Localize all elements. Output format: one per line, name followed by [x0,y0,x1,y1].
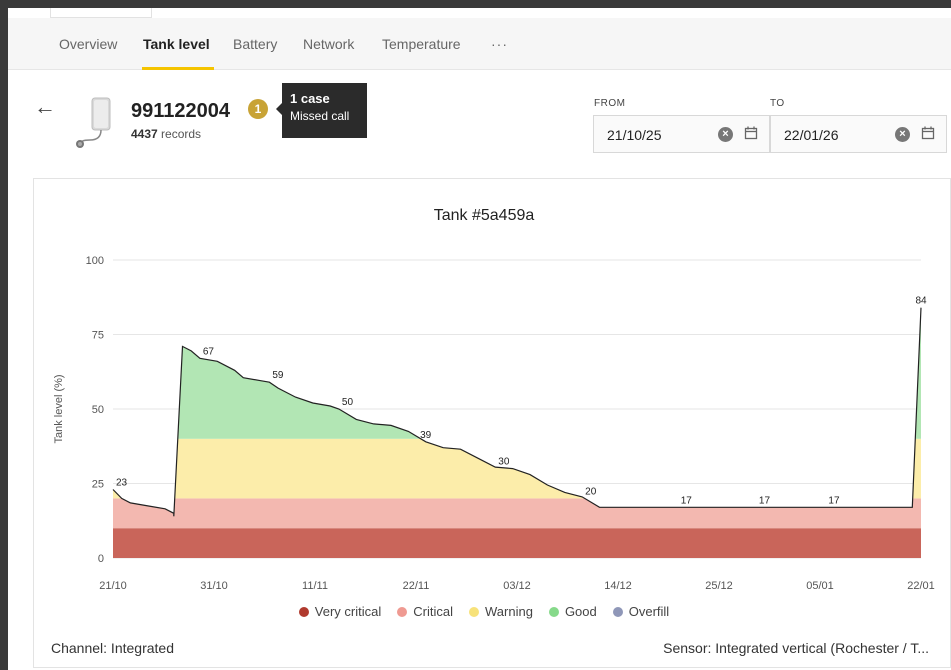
tooltip-title: 1 case [290,91,330,106]
legend-dot [397,607,408,617]
data-label: 39 [420,430,432,441]
x-tick-label: 22/01 [907,580,935,592]
legend-item-critical[interactable]: Critical [397,604,453,619]
device-id-title: 991122004 [131,100,231,122]
zone-band-critical [113,498,921,529]
app-frame: Overview Tank level Battery Network Temp… [8,8,951,670]
calendar-from-icon[interactable] [744,126,758,143]
x-tick-label: 11/11 [302,580,328,592]
data-label: 17 [681,495,693,506]
data-label: 30 [498,457,510,468]
clear-from-icon[interactable]: × [718,127,733,142]
zone-band-good [113,307,921,439]
chart-legend: Very critical Critical Warning Good Overfill [34,604,934,619]
x-tick-label: 22/11 [403,580,430,592]
x-tick-label: 14/12 [604,580,632,592]
records-label: records [161,127,202,141]
legend-item-very-critical[interactable]: Very critical [298,604,382,619]
from-date-value: 21/10/25 [607,127,662,143]
device-icon [76,97,111,148]
legend-dot [469,607,479,617]
tooltip-subtitle: Missed call [290,109,350,123]
to-label: TO [770,98,785,109]
y-tick-label: 50 [92,404,104,416]
legend-dot [548,607,559,617]
case-count-badge[interactable]: 1 [248,99,268,119]
data-label: 50 [342,397,354,408]
data-label: 20 [585,486,597,497]
data-label: 23 [116,477,128,488]
to-date-field[interactable]: 22/01/26 × [770,115,947,153]
tank-level-chart: 0 25 50 75 100 Tank level (%) 23 67 59 50 39 30 20 17… [53,255,935,592]
x-tick-label: 21/10 [99,580,127,592]
to-date-value: 22/01/26 [784,127,839,143]
tab-network[interactable]: Network [303,18,354,70]
data-label: 67 [203,346,215,357]
y-axis-label: Tank level (%) [53,374,65,443]
tab-bar: Overview Tank level Battery Network Temp… [8,18,951,70]
from-date-field[interactable]: 21/10/25 × [593,115,770,153]
active-tab-indicator [142,67,214,70]
x-tick-label: 03/12 [503,580,531,592]
channel-info: Channel: Integrated [51,640,174,656]
legend-label: Good [564,604,597,619]
from-label: FROM [594,98,626,109]
y-tick-label: 100 [86,255,104,267]
zone-band-warning [113,438,921,499]
legend-item-good[interactable]: Good [548,604,597,619]
data-label: 59 [272,370,284,381]
top-tab-stub [50,8,152,18]
chart-card: Tank #5a459a 0 25 50 75 100 Tank level (%) 23 6… [33,178,951,668]
x-tick-label: 31/10 [200,580,228,592]
legend-item-warning[interactable]: Warning [469,604,533,619]
data-label: 17 [828,495,840,506]
tab-tank-level[interactable]: Tank level [143,18,210,70]
legend-label: Warning [485,604,533,619]
legend-label: Critical [413,604,453,619]
sensor-info: Sensor: Integrated vertical (Rochester /… [663,640,929,656]
legend-item-overfill[interactable]: Overfill [612,604,670,619]
tab-temperature[interactable]: Temperature [382,18,461,70]
more-tabs-button[interactable]: ··· [491,18,508,70]
clear-to-icon[interactable]: × [895,127,910,142]
legend-dot [298,607,309,617]
case-tooltip: 1 case Missed call [276,83,367,138]
data-label: 17 [759,495,771,506]
y-tick-label: 25 [92,479,104,491]
records-number: 4437 [131,127,158,141]
y-tick-label: 75 [92,330,104,342]
x-tick-label: 25/12 [705,580,733,592]
tab-overview[interactable]: Overview [59,18,117,70]
legend-dot [612,607,623,617]
back-arrow-icon[interactable]: ← [34,94,56,120]
tab-battery[interactable]: Battery [233,18,277,70]
calendar-to-icon[interactable] [921,126,935,143]
y-tick-label: 0 [98,553,104,565]
legend-label: Very critical [314,604,382,619]
records-count: 4437 records [131,127,201,141]
legend-label: Overfill [628,604,670,619]
x-tick-label: 05/01 [806,580,834,592]
zone-band-very-critical [113,528,921,558]
data-label: 84 [915,296,927,307]
